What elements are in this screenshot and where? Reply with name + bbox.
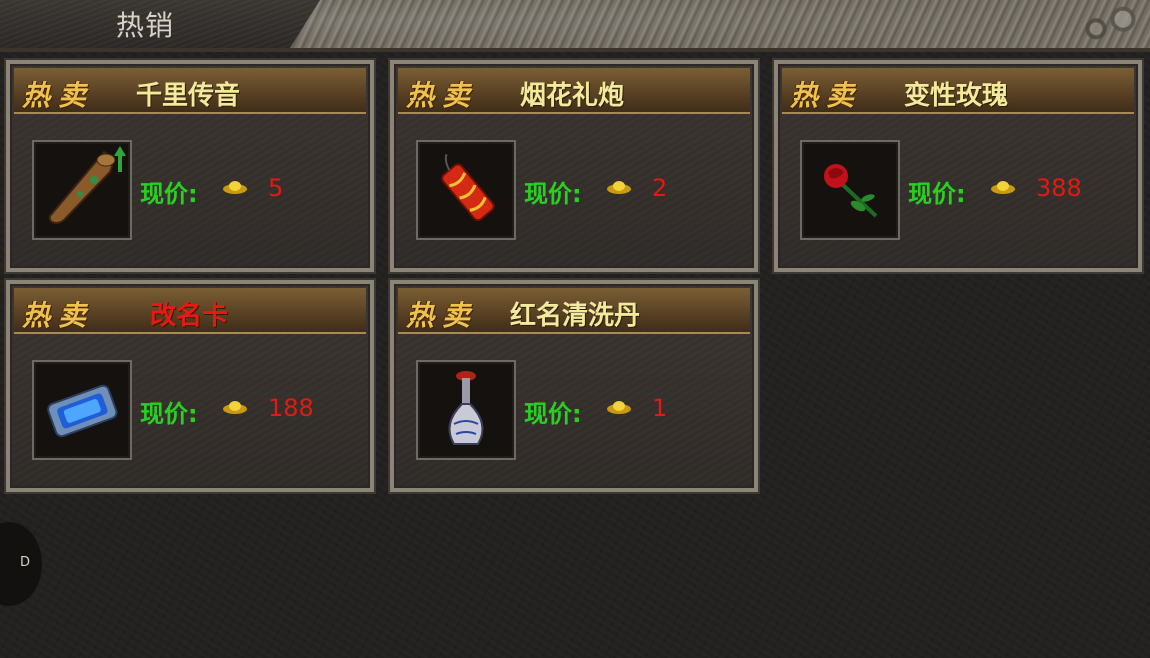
gold-ingot-icon xyxy=(223,401,247,414)
item-name: 变性玫瑰 xyxy=(904,81,1009,111)
horn-icon xyxy=(48,146,126,224)
price-value: 1 xyxy=(652,394,668,422)
price-label: 现价: xyxy=(140,180,198,208)
top-bar: 热销 xyxy=(0,0,1150,52)
price-value: 188 xyxy=(268,394,314,422)
item-slot[interactable] xyxy=(416,360,516,460)
price-value: 5 xyxy=(268,174,284,202)
item-name: 红名清洗丹 xyxy=(510,301,641,331)
item-slot[interactable] xyxy=(32,360,132,460)
card-header: 热卖 变性玫瑰 xyxy=(782,68,1134,114)
rose-icon xyxy=(824,164,878,218)
gold-ingot-icon xyxy=(991,181,1015,194)
price-value: 388 xyxy=(1036,174,1082,202)
item-name: 烟花礼炮 xyxy=(520,81,625,111)
price-label: 现价: xyxy=(524,180,582,208)
hot-sale-label: 热卖 xyxy=(406,79,479,112)
card-header: 热卖 烟花礼炮 xyxy=(398,68,750,114)
shop-item-card[interactable]: 热卖 千里传音 现价: 5 xyxy=(6,60,374,272)
price-label: 现价: xyxy=(524,400,582,428)
card-header: 热卖 红名清洗丹 xyxy=(398,288,750,334)
shop-item-card[interactable]: 热卖 红名清洗丹 现价: 1 xyxy=(390,280,758,492)
item-name: 千里传音 xyxy=(136,81,241,111)
shop-item-card[interactable]: 热卖 变性玫瑰 现价: 388 xyxy=(774,60,1142,272)
item-name: 改名卡 xyxy=(150,301,229,331)
item-slot[interactable] xyxy=(800,140,900,240)
item-slot[interactable] xyxy=(416,140,516,240)
hot-sale-label: 热卖 xyxy=(22,299,95,332)
card-header: 热卖 千里传音 xyxy=(14,68,366,114)
hot-sale-label: 热卖 xyxy=(406,299,479,332)
gold-ingot-icon xyxy=(223,181,247,194)
page-title: 热销 xyxy=(116,9,175,42)
price-label: 现价: xyxy=(140,400,198,428)
shop-item-card[interactable]: 热卖 烟花礼炮 现价: 2 xyxy=(390,60,758,272)
hot-sale-label: 热卖 xyxy=(790,79,863,112)
gold-ingot-icon xyxy=(607,181,631,194)
hot-sale-label: 热卖 xyxy=(22,79,95,112)
vase-icon xyxy=(448,371,484,445)
price-label: 现价: xyxy=(908,180,966,208)
gold-ingot-icon xyxy=(607,401,631,414)
side-button-label: D xyxy=(20,555,31,570)
shop-grid: 热卖 千里传音 现价: 5 热卖 烟花礼炮 现价: 2 热卖 变性玫瑰 现价: … xyxy=(0,52,1150,658)
ornament-icon xyxy=(1060,0,1150,48)
item-slot[interactable] xyxy=(32,140,132,240)
card-header: 热卖 改名卡 xyxy=(14,288,366,334)
scroll-icon xyxy=(47,384,118,438)
firecracker-icon xyxy=(441,153,495,222)
price-value: 2 xyxy=(652,174,668,202)
shop-item-card[interactable]: 热卖 改名卡 现价: 188 xyxy=(6,280,374,492)
